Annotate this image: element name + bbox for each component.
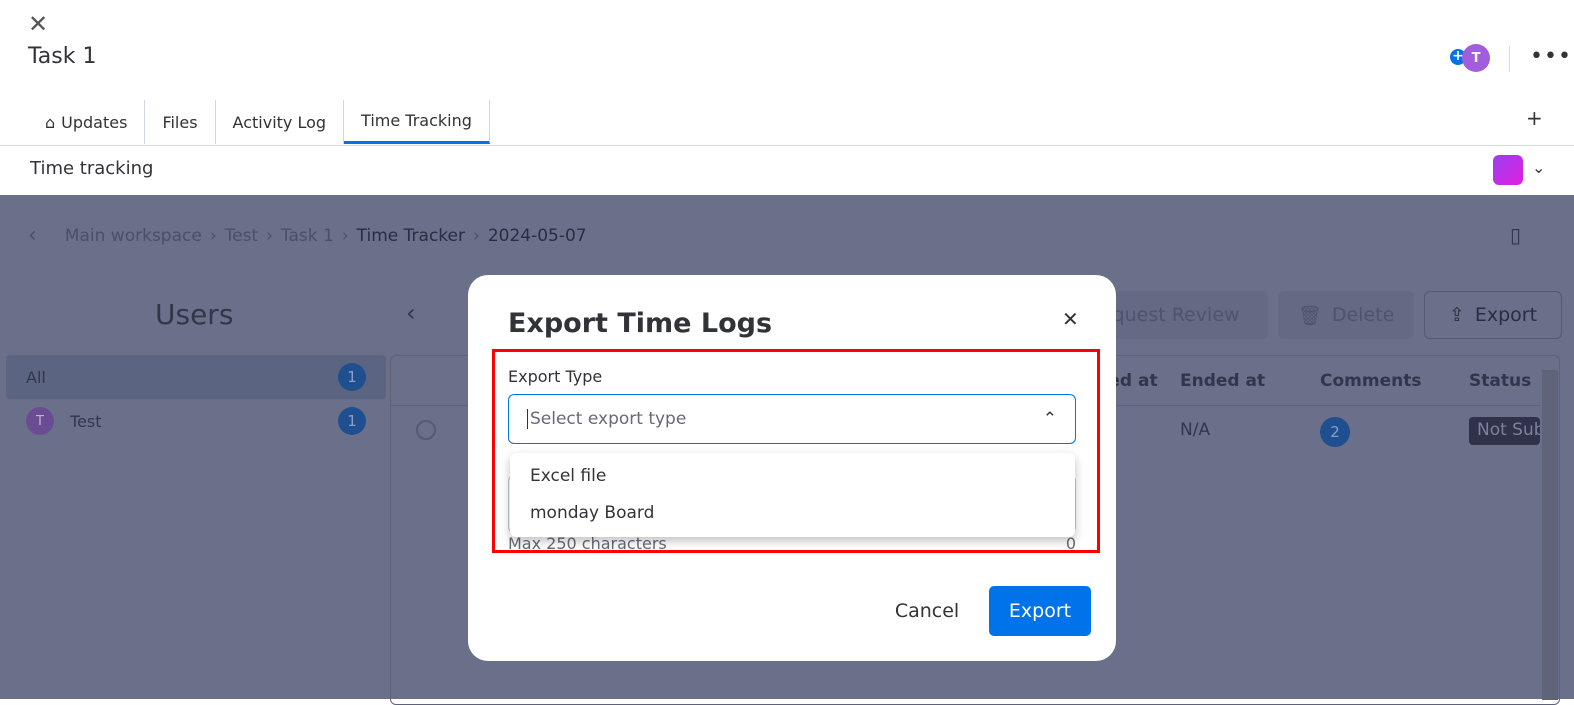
item-header: ✕ Task 1 + T ••• ⌂ Updates Files Activity… [0,0,1574,195]
breadcrumb-item[interactable]: Task 1 [281,226,334,246]
highlight-box [492,349,1100,553]
ended-cell: N/A [1180,420,1211,440]
tab-label: Time Tracking [361,111,472,130]
button-label: Export [1474,304,1538,326]
user-label: Test [70,411,102,431]
section-title: Time tracking [30,158,154,179]
breadcrumb-item[interactable]: Main workspace [65,226,202,246]
prev-icon[interactable]: ‹ [406,299,416,327]
delete-button[interactable]: 🗑 Delete [1278,291,1414,339]
divider [0,145,1574,146]
users-title: Users [155,298,234,331]
modal-title: Export Time Logs [508,308,773,339]
tab-bar: ⌂ Updates Files Activity Log Time Trackin… [28,100,490,145]
tab-activity-log[interactable]: Activity Log [216,100,345,144]
tab-label: Activity Log [232,112,327,132]
export-modal: Export Time Logs ✕ Export Type Select ex… [468,275,1116,661]
close-icon[interactable]: ✕ [28,10,48,38]
count-badge: 1 [338,407,366,435]
breadcrumb-item[interactable]: Time Tracker [357,226,465,246]
breadcrumb-item[interactable]: 2024-05-07 [488,226,587,246]
export-button[interactable]: Export [989,586,1091,636]
chevron-down-icon[interactable]: ⌄ [1532,158,1545,177]
button-label: Delete [1331,304,1395,326]
status-badge: Not Submitted [1469,417,1540,445]
count-badge: 1 [338,363,366,391]
tab-updates[interactable]: ⌂ Updates [28,100,146,144]
breadcrumb: ‹ Main workspace › Test › Task 1 › Time Tra… [28,223,587,248]
avatar[interactable]: T [1462,44,1490,72]
upload-icon: ⇪ [1448,304,1465,326]
breadcrumb-item[interactable]: Test [225,226,258,246]
column-header-status: Status [1469,371,1532,391]
cancel-button[interactable]: Cancel [872,586,982,636]
row-radio[interactable] [416,420,436,440]
tab-label: Files [162,112,198,132]
book-icon[interactable]: ▯ [1510,223,1521,247]
column-header-ended: Ended at [1180,371,1266,391]
divider [1509,46,1510,72]
close-icon[interactable]: ✕ [1062,307,1079,331]
back-icon[interactable]: ‹ [28,223,37,248]
add-tab-button[interactable]: + [1526,106,1543,130]
user-item-all[interactable]: All 1 [6,355,386,399]
avatar: T [26,407,54,435]
user-label: All [26,367,46,387]
item-title: Task 1 [28,44,97,69]
scrollbar[interactable] [1542,370,1558,700]
home-icon: ⌂ [45,112,56,132]
column-header-comments: Comments [1320,371,1422,391]
more-options-icon[interactable]: ••• [1530,44,1572,69]
user-item-test[interactable]: T Test 1 [26,407,366,435]
app-icon[interactable] [1493,155,1523,185]
tab-files[interactable]: Files [145,100,216,144]
tab-time-tracking[interactable]: Time Tracking [344,100,490,144]
tab-label: Updates [61,112,128,132]
trash-icon: 🗑 [1297,304,1322,327]
export-toolbar-button[interactable]: ⇪ Export [1424,291,1562,339]
comments-badge[interactable]: 2 [1320,417,1350,447]
